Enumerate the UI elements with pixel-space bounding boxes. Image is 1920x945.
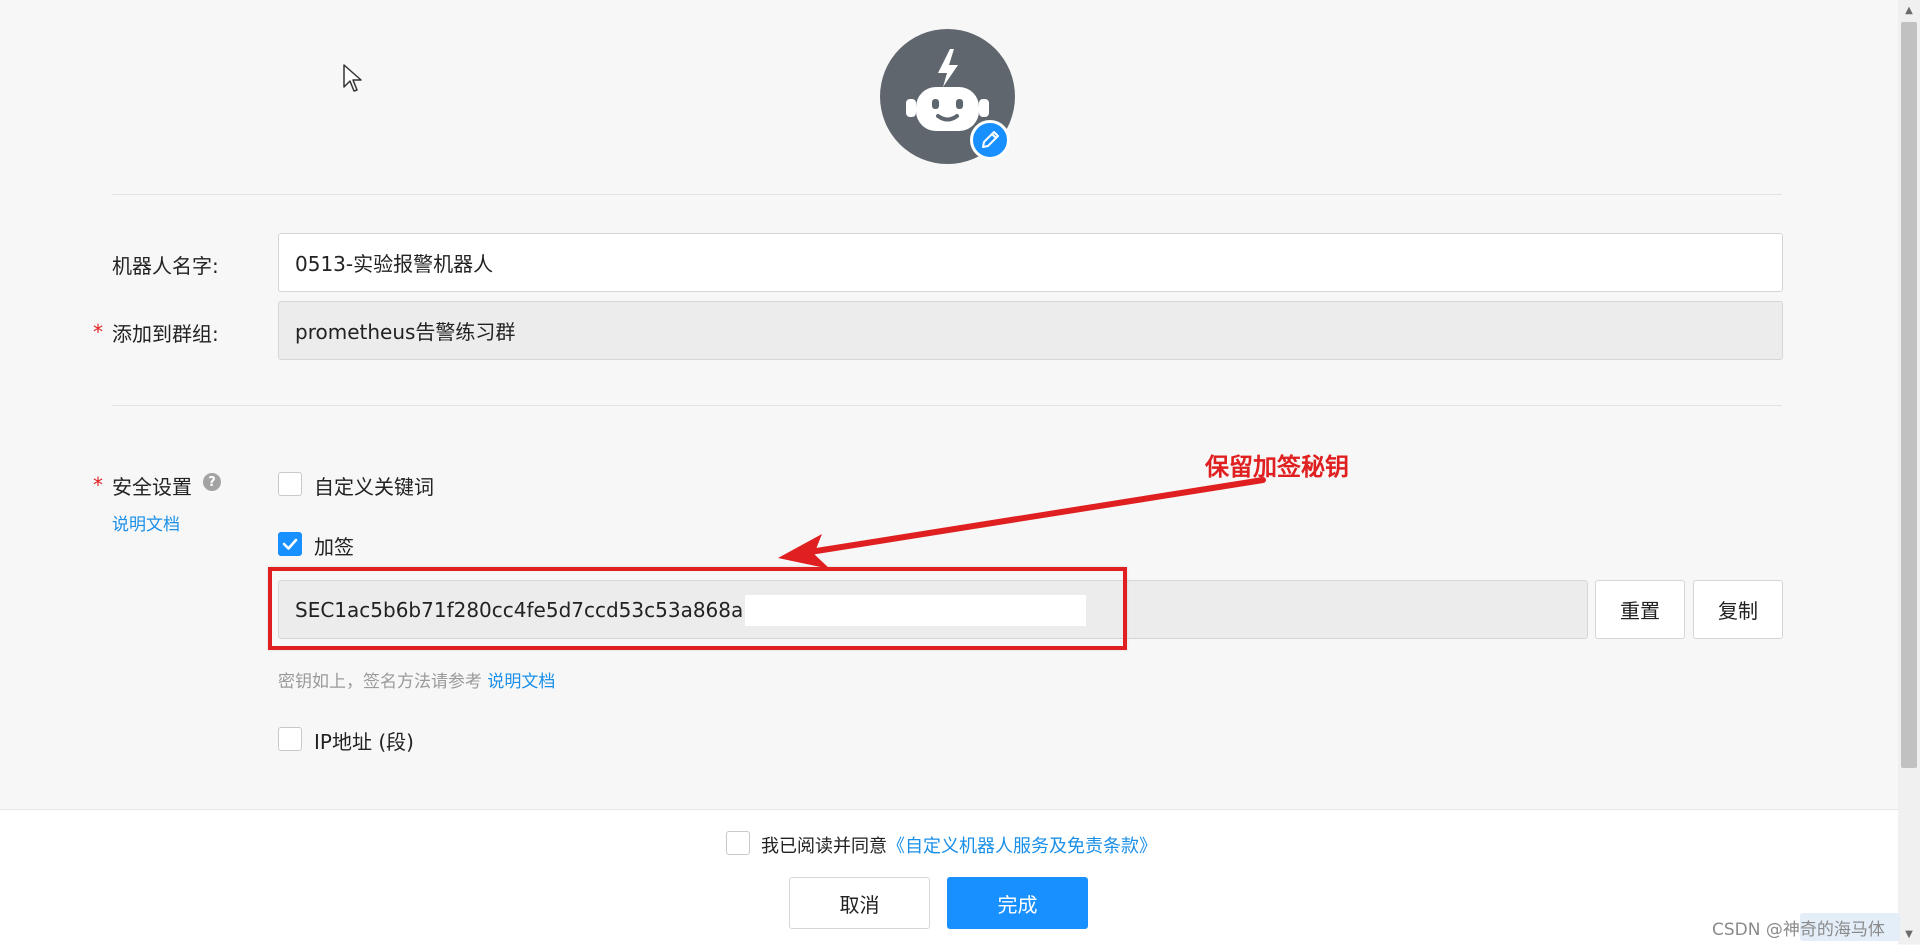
security-doc-link[interactable]: 说明文档: [112, 510, 180, 535]
cursor-icon: [343, 64, 362, 92]
edit-avatar-button[interactable]: [970, 120, 1010, 160]
highlight-box: [268, 567, 1127, 650]
agree-text: 我已阅读并同意《自定义机器人服务及免责条款》: [761, 832, 1157, 858]
question-icon[interactable]: ?: [203, 473, 221, 491]
pencil-icon: [982, 131, 999, 148]
checkmark-icon: [282, 538, 298, 550]
ip-checkbox[interactable]: [278, 727, 302, 751]
secret-hint-link[interactable]: 说明文档: [487, 672, 555, 692]
copy-button[interactable]: 复制: [1693, 580, 1783, 639]
done-button[interactable]: 完成: [947, 877, 1088, 929]
secret-hint: 密钥如上，签名方法请参考 说明文档: [278, 667, 555, 692]
scrollbar-thumb[interactable]: [1901, 22, 1917, 768]
required-mark: *: [93, 473, 103, 497]
keyword-label: 自定义关键词: [314, 475, 434, 499]
terms-link[interactable]: 《自定义机器人服务及免责条款》: [887, 836, 1157, 857]
sign-label: 加签: [314, 535, 354, 559]
ip-label: IP地址 (段): [314, 730, 414, 754]
cancel-button[interactable]: 取消: [789, 877, 930, 929]
group-input: prometheus告警练习群: [278, 301, 1783, 360]
secret-hint-text: 密钥如上，签名方法请参考: [278, 672, 482, 692]
keyword-checkbox[interactable]: [278, 472, 302, 496]
robot-name-label: 机器人名字:: [112, 254, 219, 278]
security-settings-label: 安全设置: [112, 475, 192, 499]
divider: [112, 194, 1782, 195]
required-mark: *: [93, 320, 103, 344]
annotation-arrow: [778, 477, 1266, 569]
agree-checkbox[interactable]: [726, 831, 750, 855]
scroll-down-arrow[interactable]: ▼: [1898, 924, 1920, 944]
scroll-up-arrow[interactable]: ▲: [1898, 0, 1920, 20]
robot-name-input[interactable]: 0513-实验报警机器人: [278, 233, 1783, 292]
group-label: 添加到群组:: [112, 322, 219, 346]
divider: [112, 405, 1782, 406]
agree-prefix: 我已阅读并同意: [761, 836, 887, 857]
reset-button[interactable]: 重置: [1595, 580, 1685, 639]
watermark: CSDN @神奇的海马体: [1712, 920, 1885, 940]
sign-checkbox[interactable]: [278, 532, 302, 556]
